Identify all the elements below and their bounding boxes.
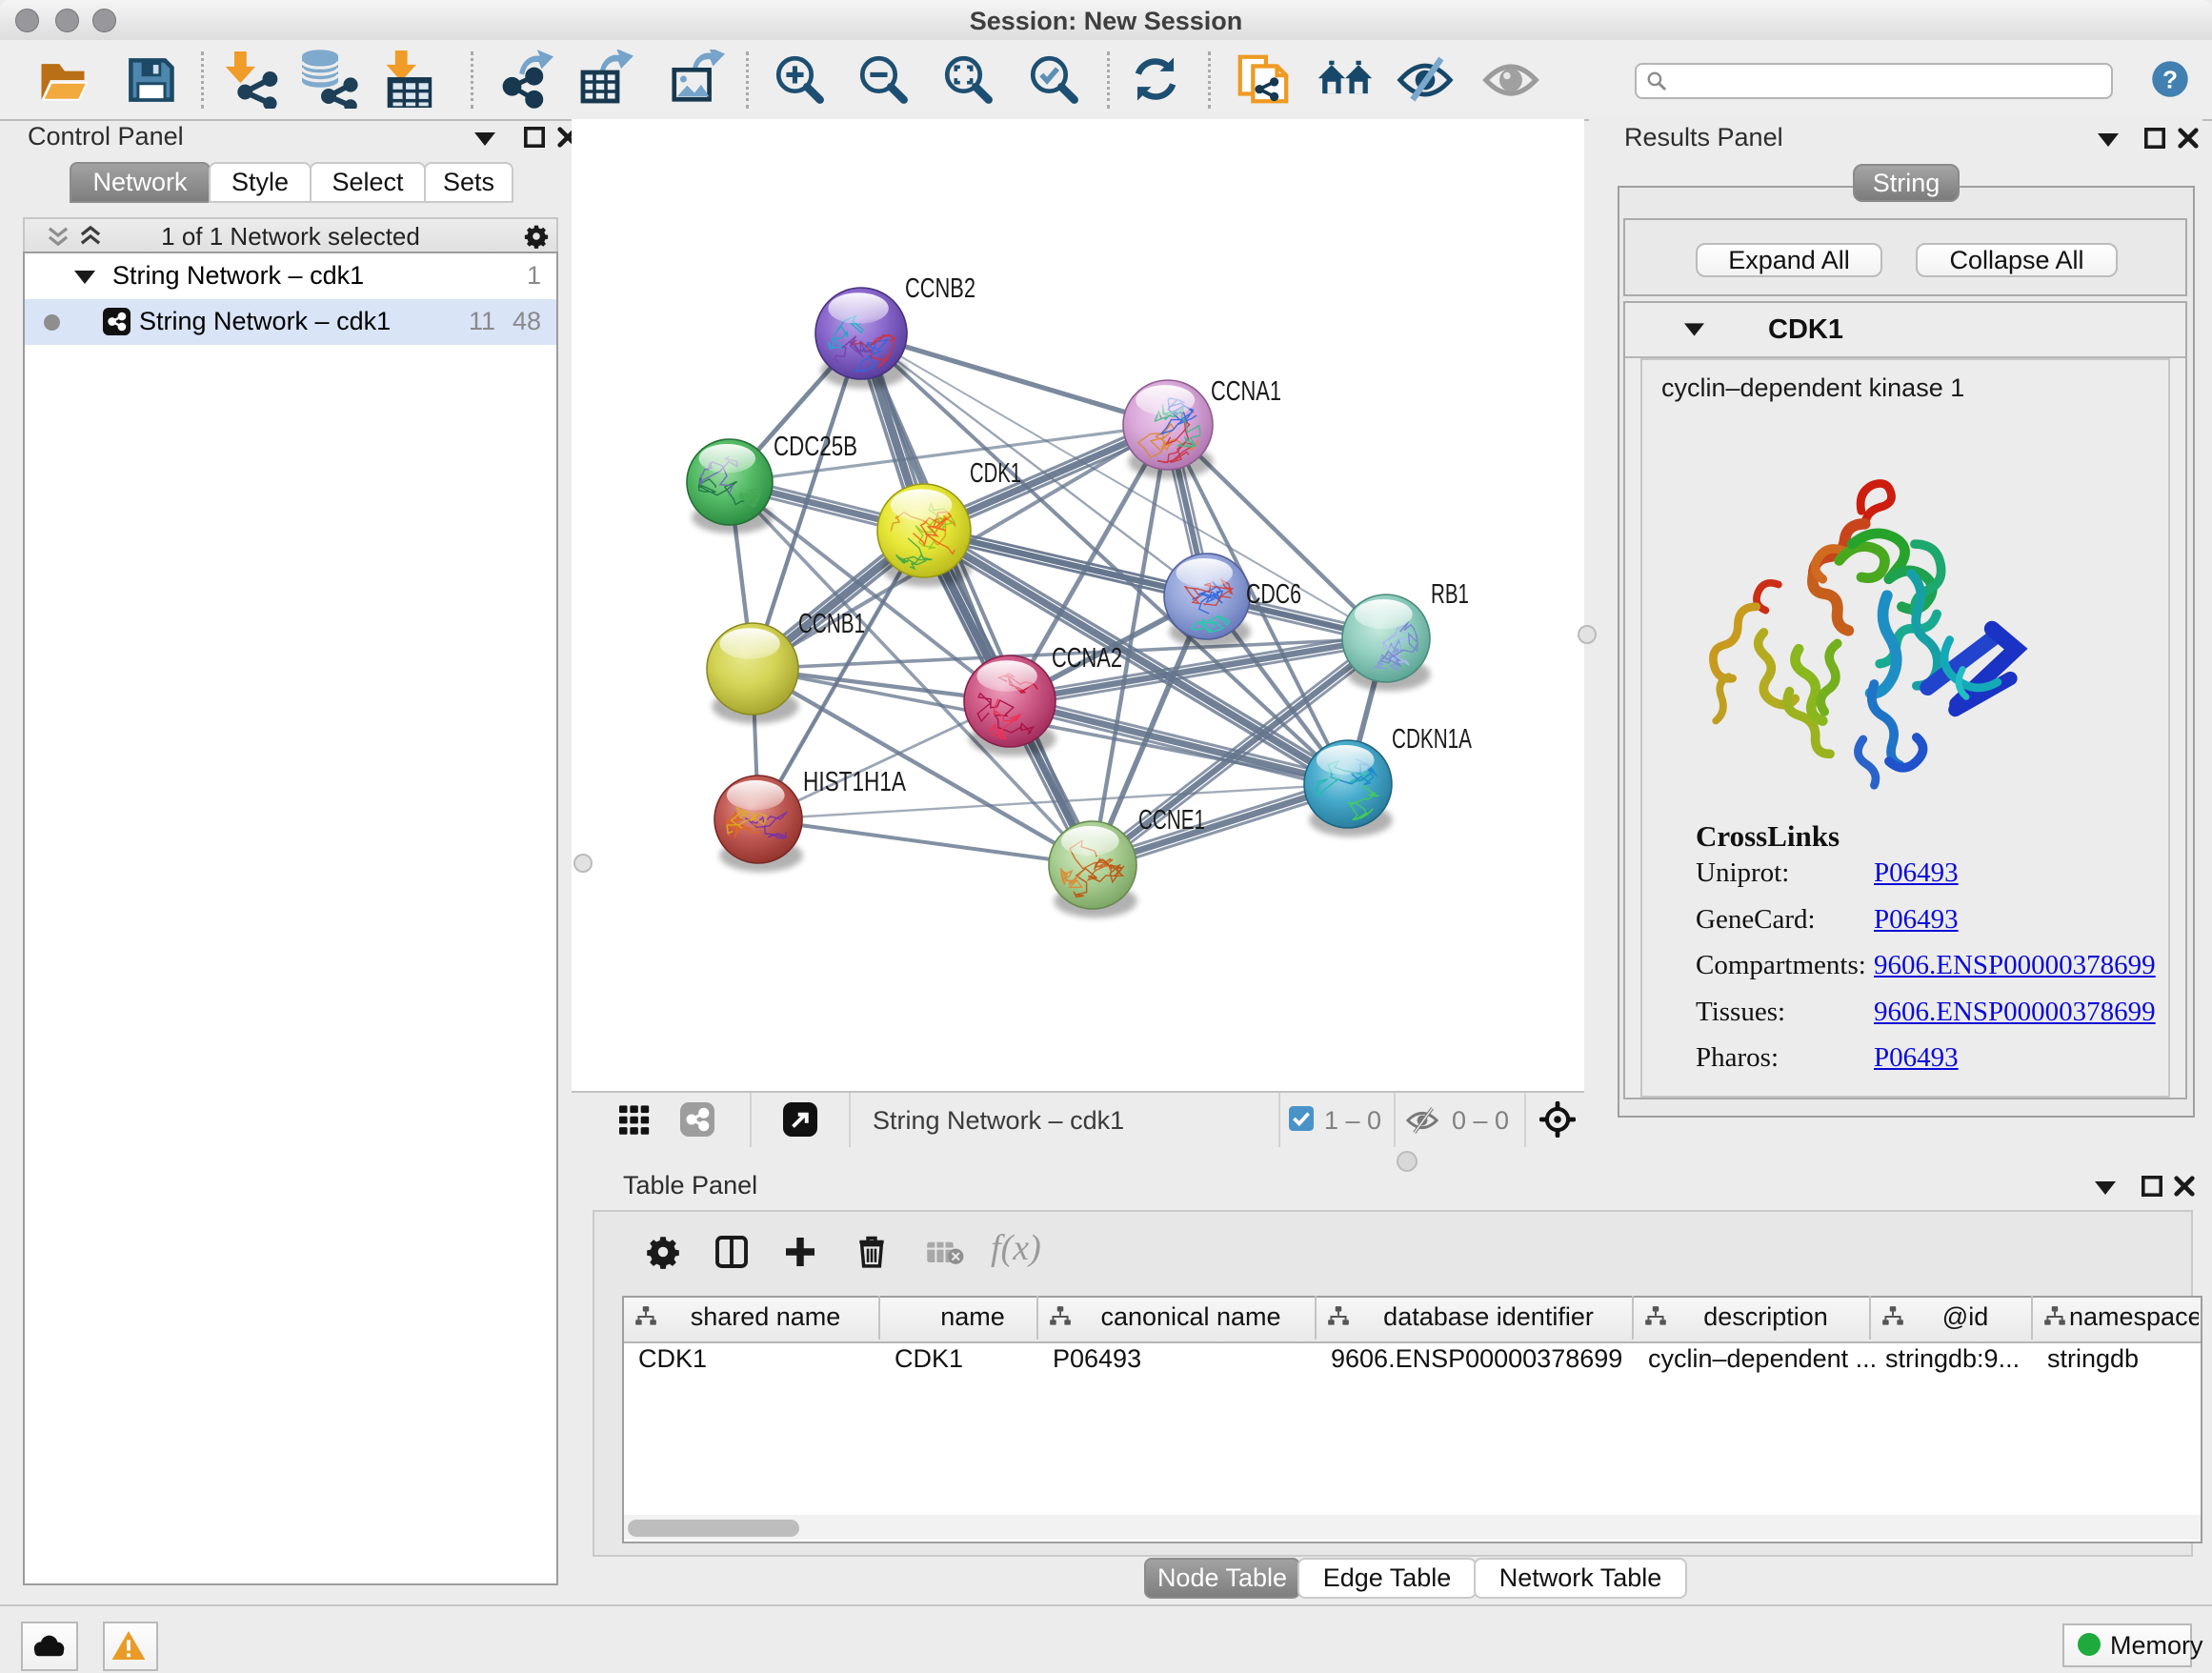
svg-text:CDC6: CDC6 — [1246, 579, 1301, 610]
svg-text:CCNB2: CCNB2 — [905, 273, 975, 304]
svg-text:CDKN1A: CDKN1A — [1392, 724, 1472, 755]
svg-text:?: ? — [2162, 65, 2178, 93]
svg-text:CDK1: CDK1 — [970, 458, 1021, 489]
svg-text:RB1: RB1 — [1431, 579, 1469, 610]
svg-text:CDC25B: CDC25B — [774, 432, 857, 462]
svg-text:CCNB1: CCNB1 — [798, 609, 865, 639]
svg-text:CCNA1: CCNA1 — [1211, 376, 1281, 407]
svg-text:HIST1H1A: HIST1H1A — [803, 767, 907, 797]
svg-text:CCNA2: CCNA2 — [1052, 643, 1122, 674]
svg-text:CCNE1: CCNE1 — [1138, 805, 1205, 836]
